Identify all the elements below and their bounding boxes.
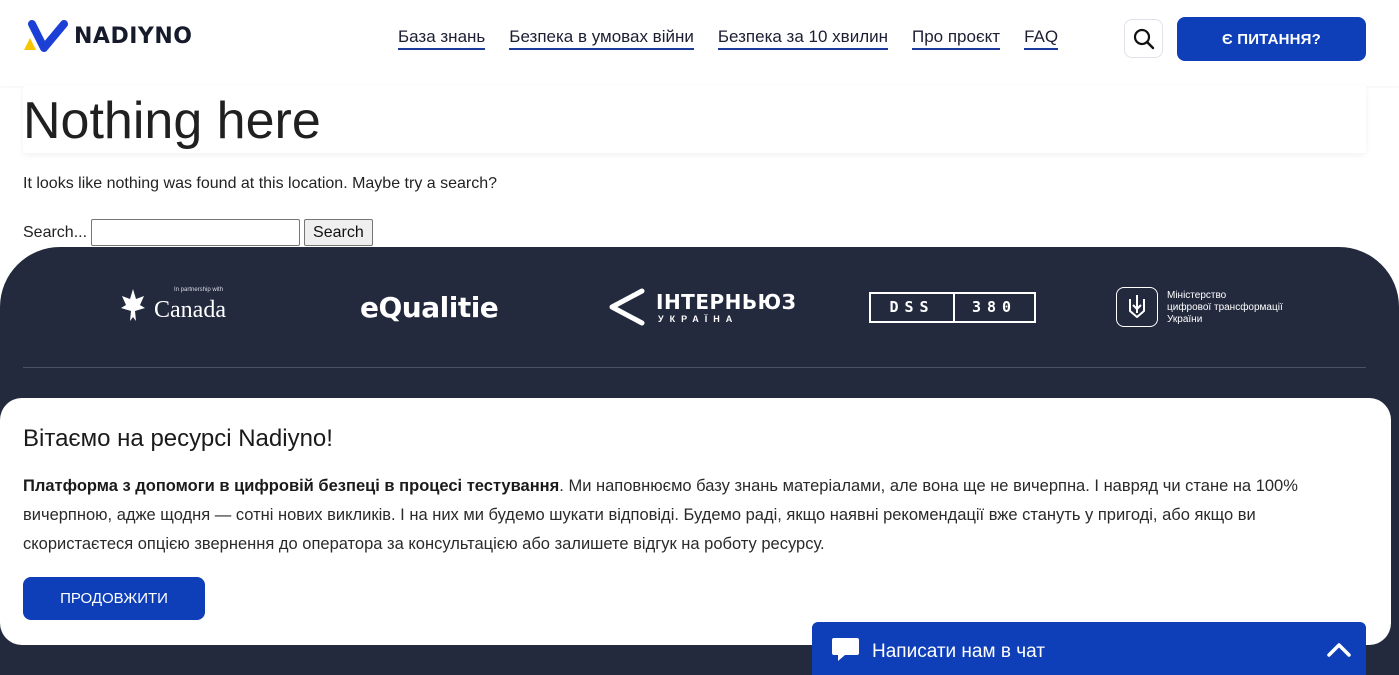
welcome-title: Вітаємо на ресурсі Nadiyno! (23, 425, 333, 452)
main-nav: База знань Безпека в умовах війни Безпек… (398, 27, 1059, 50)
welcome-text: Платформа з допомоги в цифровій безпеці … (23, 472, 1343, 559)
chat-widget-bar[interactable]: Написати нам в чат (812, 622, 1366, 675)
search-label: Search... (23, 223, 88, 241)
internews-wordmark: ІНТЕРНЬЮЗ (656, 290, 797, 314)
partners-row: In partnership with Canada eQualitie ІНТ… (0, 277, 1399, 337)
canada-partnership-text: In partnership with (174, 287, 224, 293)
partner-canada[interactable]: In partnership with Canada (120, 277, 240, 337)
not-found-message: It looks like nothing was found at this … (23, 175, 498, 192)
header-search-button[interactable] (1124, 19, 1163, 58)
footer-divider (23, 367, 1366, 368)
partner-dss-380[interactable]: DSS 380 (869, 277, 1037, 337)
logo[interactable]: NADIYNO (24, 20, 192, 52)
chat-bubble-icon (832, 638, 859, 661)
welcome-bold-text: Платформа з допомоги в цифровій безпеці … (23, 477, 560, 495)
partner-equalitie[interactable]: eQualitie (360, 277, 520, 337)
nav-link-faq[interactable]: FAQ (1024, 27, 1059, 50)
search-input[interactable] (91, 219, 301, 246)
search-submit-button[interactable]: Search (304, 219, 373, 246)
question-cta-button[interactable]: Є ПИТАННЯ? (1177, 17, 1366, 61)
nav-link-about[interactable]: Про проєкт (912, 27, 1001, 50)
canada-maple-leaf-icon (121, 289, 145, 321)
page-title-container: Nothing here (23, 86, 1366, 153)
partner-internews-ukraine[interactable]: ІНТЕРНЬЮЗ УКРАЇНА (606, 277, 796, 337)
site-header: NADIYNO База знань Безпека в умовах війн… (0, 0, 1399, 86)
logo-text: NADIYNO (74, 23, 193, 49)
equalitie-wordmark: eQualitie (360, 290, 499, 324)
search-icon (1133, 28, 1154, 49)
nav-link-safety-10-min[interactable]: Безпека за 10 хвилин (717, 27, 888, 50)
dss-left-text: DSS (871, 293, 955, 321)
partner-ministry-digital[interactable]: Міністерство цифрової трансформації Укра… (1116, 277, 1316, 337)
nav-link-war-safety[interactable]: Безпека в умовах війни (509, 27, 694, 50)
chevron-up-icon[interactable] (1326, 640, 1352, 658)
internews-subtitle: УКРАЇНА (658, 314, 739, 324)
search-form: Search... Search (23, 219, 373, 246)
ministry-line-1: Міністерство (1167, 289, 1227, 301)
welcome-dialog: Вітаємо на ресурсі Nadiyno! Платформа з … (0, 398, 1391, 645)
logo-mark-icon (24, 20, 68, 52)
nav-link-knowledge-base[interactable]: База знань (398, 27, 486, 50)
internews-logo-icon (609, 288, 645, 326)
canada-wordmark: Canada (154, 297, 226, 323)
ministry-line-2: цифрової трансформації (1167, 301, 1283, 313)
page-title: Nothing here (23, 92, 321, 150)
ministry-line-3: України (1167, 313, 1203, 325)
dss-right-text: 380 (971, 298, 1018, 316)
trident-icon (1129, 295, 1145, 318)
continue-button[interactable]: ПРОДОВЖИТИ (23, 577, 205, 620)
chat-label: Написати нам в чат (872, 641, 1045, 662)
